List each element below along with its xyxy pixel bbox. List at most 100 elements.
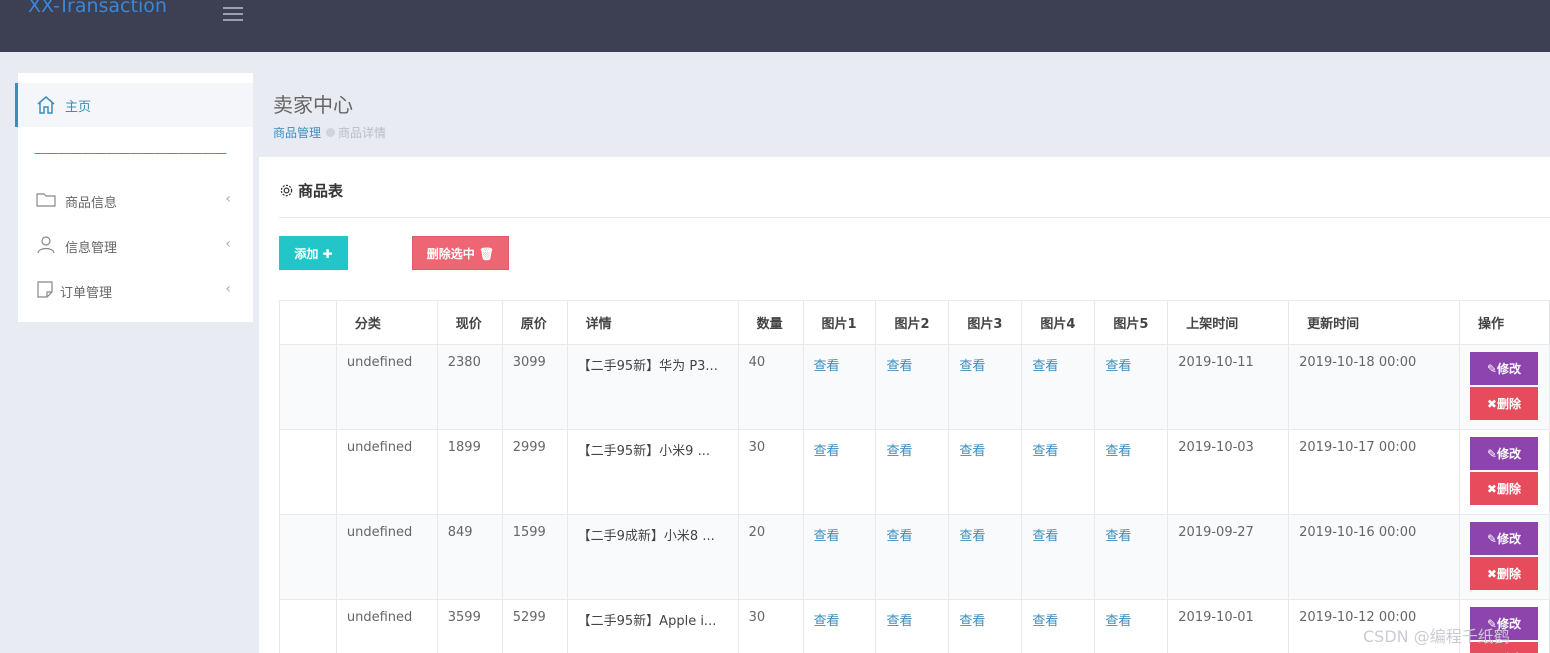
chevron-left-icon: ‹ [225, 236, 231, 252]
checkbox-cell[interactable] [279, 344, 337, 430]
price-cell: 3599 [436, 599, 503, 653]
category-cell: undefined [335, 429, 438, 515]
view-image-2-link[interactable]: 查看 [886, 444, 912, 459]
delete-button[interactable]: ✖删除 [1469, 387, 1538, 420]
view-image-4-link[interactable]: 查看 [1032, 444, 1058, 459]
view-image-2-link[interactable]: 查看 [886, 359, 912, 374]
column-header: 现价 [436, 300, 503, 345]
sidebar-item-label: 订单管理 [60, 286, 113, 301]
column-header [279, 300, 337, 345]
column-header: 图片2 [875, 300, 950, 345]
view-image-3-link[interactable]: 查看 [959, 529, 985, 544]
top-navbar: XX-Transaction [0, 0, 1550, 52]
view-image-5-link[interactable]: 查看 [1105, 529, 1131, 544]
view-image-1-link[interactable]: 查看 [814, 529, 840, 544]
category-cell: undefined [335, 344, 438, 430]
updated-date-cell: 2019-10-17 00:00 [1288, 429, 1460, 515]
original-price-cell: 5299 [501, 599, 568, 653]
category-cell: undefined [335, 514, 438, 600]
listed-date-cell: 2019-10-01 [1167, 599, 1290, 653]
edit-button[interactable]: ✎ 修改 [1469, 522, 1538, 555]
sidebar: 主页 ———————————————— 商品信息 ‹ 信息管理 ‹ 订单管理 ‹ [15, 73, 253, 322]
watermark: CSDN @编程千纸鹤 [1363, 627, 1510, 646]
view-image-5-link[interactable]: 查看 [1105, 359, 1131, 374]
view-image-4-link[interactable]: 查看 [1032, 529, 1058, 544]
listed-date-cell: 2019-10-03 [1167, 429, 1290, 515]
view-image-3-link[interactable]: 查看 [959, 359, 985, 374]
add-button[interactable]: 添加 ✚ [279, 236, 348, 270]
delete-button[interactable]: ✖删除 [1469, 557, 1538, 590]
view-image-5-link[interactable]: 查看 [1105, 614, 1131, 629]
note-icon [37, 281, 53, 298]
column-header: 原价 [501, 300, 568, 345]
chevron-left-icon: ‹ [225, 281, 231, 297]
sidebar-item-home[interactable]: 主页 [15, 83, 253, 127]
breadcrumb: 商品管理 商品详情 [273, 124, 386, 141]
updated-date-cell: 2019-10-16 00:00 [1288, 514, 1460, 600]
column-header: 分类 [335, 300, 438, 345]
divider [279, 217, 1550, 218]
brand-logo[interactable]: XX-Transaction [28, 0, 167, 17]
edit-icon: ✎ [1486, 531, 1497, 546]
detail-cell: 【二手95新】华为 P3... [566, 344, 739, 430]
view-image-1-link[interactable]: 查看 [814, 359, 840, 374]
checkbox-cell[interactable] [279, 599, 337, 653]
delete-selected-button[interactable]: 删除选中 🗑 [412, 236, 509, 270]
checkbox-cell[interactable] [279, 429, 337, 515]
quantity-cell: 30 [737, 429, 804, 515]
column-header: 数量 [737, 300, 804, 345]
product-panel: 商品表 添加 ✚ 删除选中 🗑 分类 现价 原价 详情 数量 图片1 图片2 图… [259, 157, 1550, 653]
column-header: 图片1 [802, 300, 877, 345]
checkbox-cell[interactable] [279, 514, 337, 600]
view-image-4-link[interactable]: 查看 [1032, 614, 1058, 629]
detail-cell: 【二手95新】Apple i... [566, 599, 739, 653]
panel-title: 商品表 [279, 180, 343, 201]
table-header-row: 分类 现价 原价 详情 数量 图片1 图片2 图片3 图片4 图片5 上架时间 … [279, 300, 1550, 345]
chevron-left-icon: ‹ [225, 191, 231, 207]
hamburger-menu-icon[interactable] [223, 7, 243, 23]
updated-date-cell: 2019-10-18 00:00 [1288, 344, 1460, 430]
sidebar-item-product-info[interactable]: 商品信息 ‹ [18, 180, 253, 220]
edit-button[interactable]: ✎ 修改 [1469, 437, 1538, 470]
listed-date-cell: 2019-10-11 [1167, 344, 1290, 430]
view-image-1-link[interactable]: 查看 [814, 444, 840, 459]
sidebar-item-label: 商品信息 [65, 196, 118, 211]
listed-date-cell: 2019-09-27 [1167, 514, 1290, 600]
edit-icon: ✎ [1486, 446, 1497, 461]
delete-button[interactable]: ✖删除 [1469, 472, 1538, 505]
close-icon: ✖ [1486, 481, 1497, 496]
view-image-2-link[interactable]: 查看 [886, 529, 912, 544]
table-row: undefined 1899 2999 【二手95新】小米9 ... 30 查看… [279, 429, 1550, 515]
folder-icon [36, 193, 56, 207]
column-header: 图片4 [1021, 300, 1096, 345]
table-row: undefined 849 1599 【二手9成新】小米8 ... 20 查看 … [279, 514, 1550, 600]
category-cell: undefined [335, 599, 438, 653]
detail-cell: 【二手95新】小米9 ... [566, 429, 739, 515]
view-image-5-link[interactable]: 查看 [1105, 444, 1131, 459]
gear-icon [280, 184, 293, 197]
quantity-cell: 30 [737, 599, 804, 653]
quantity-cell: 40 [737, 344, 804, 430]
view-image-4-link[interactable]: 查看 [1032, 359, 1058, 374]
table-row: undefined 2380 3099 【二手95新】华为 P3... 40 查… [279, 344, 1550, 430]
sidebar-item-order-management[interactable]: 订单管理 ‹ [18, 270, 253, 310]
view-image-1-link[interactable]: 查看 [814, 614, 840, 629]
close-icon: ✖ [1486, 396, 1497, 411]
view-image-3-link[interactable]: 查看 [959, 444, 985, 459]
sidebar-divider: ———————————————— [34, 146, 227, 161]
original-price-cell: 3099 [501, 344, 568, 430]
sidebar-item-info-management[interactable]: 信息管理 ‹ [18, 225, 253, 265]
breadcrumb-item[interactable]: 商品管理 [273, 126, 321, 140]
product-table: 分类 现价 原价 详情 数量 图片1 图片2 图片3 图片4 图片5 上架时间 … [279, 300, 1550, 653]
breadcrumb-separator [326, 128, 336, 137]
table-row: undefined 3599 5299 【二手95新】Apple i... 30… [279, 599, 1550, 653]
price-cell: 2380 [436, 344, 503, 430]
view-image-3-link[interactable]: 查看 [959, 614, 985, 629]
edit-button[interactable]: ✎ 修改 [1469, 352, 1538, 385]
view-image-2-link[interactable]: 查看 [886, 614, 912, 629]
panel-title-text: 商品表 [298, 182, 344, 200]
column-header: 操作 [1458, 300, 1550, 345]
user-icon [37, 236, 55, 254]
edit-icon: ✎ [1486, 361, 1497, 376]
home-icon [37, 96, 55, 114]
